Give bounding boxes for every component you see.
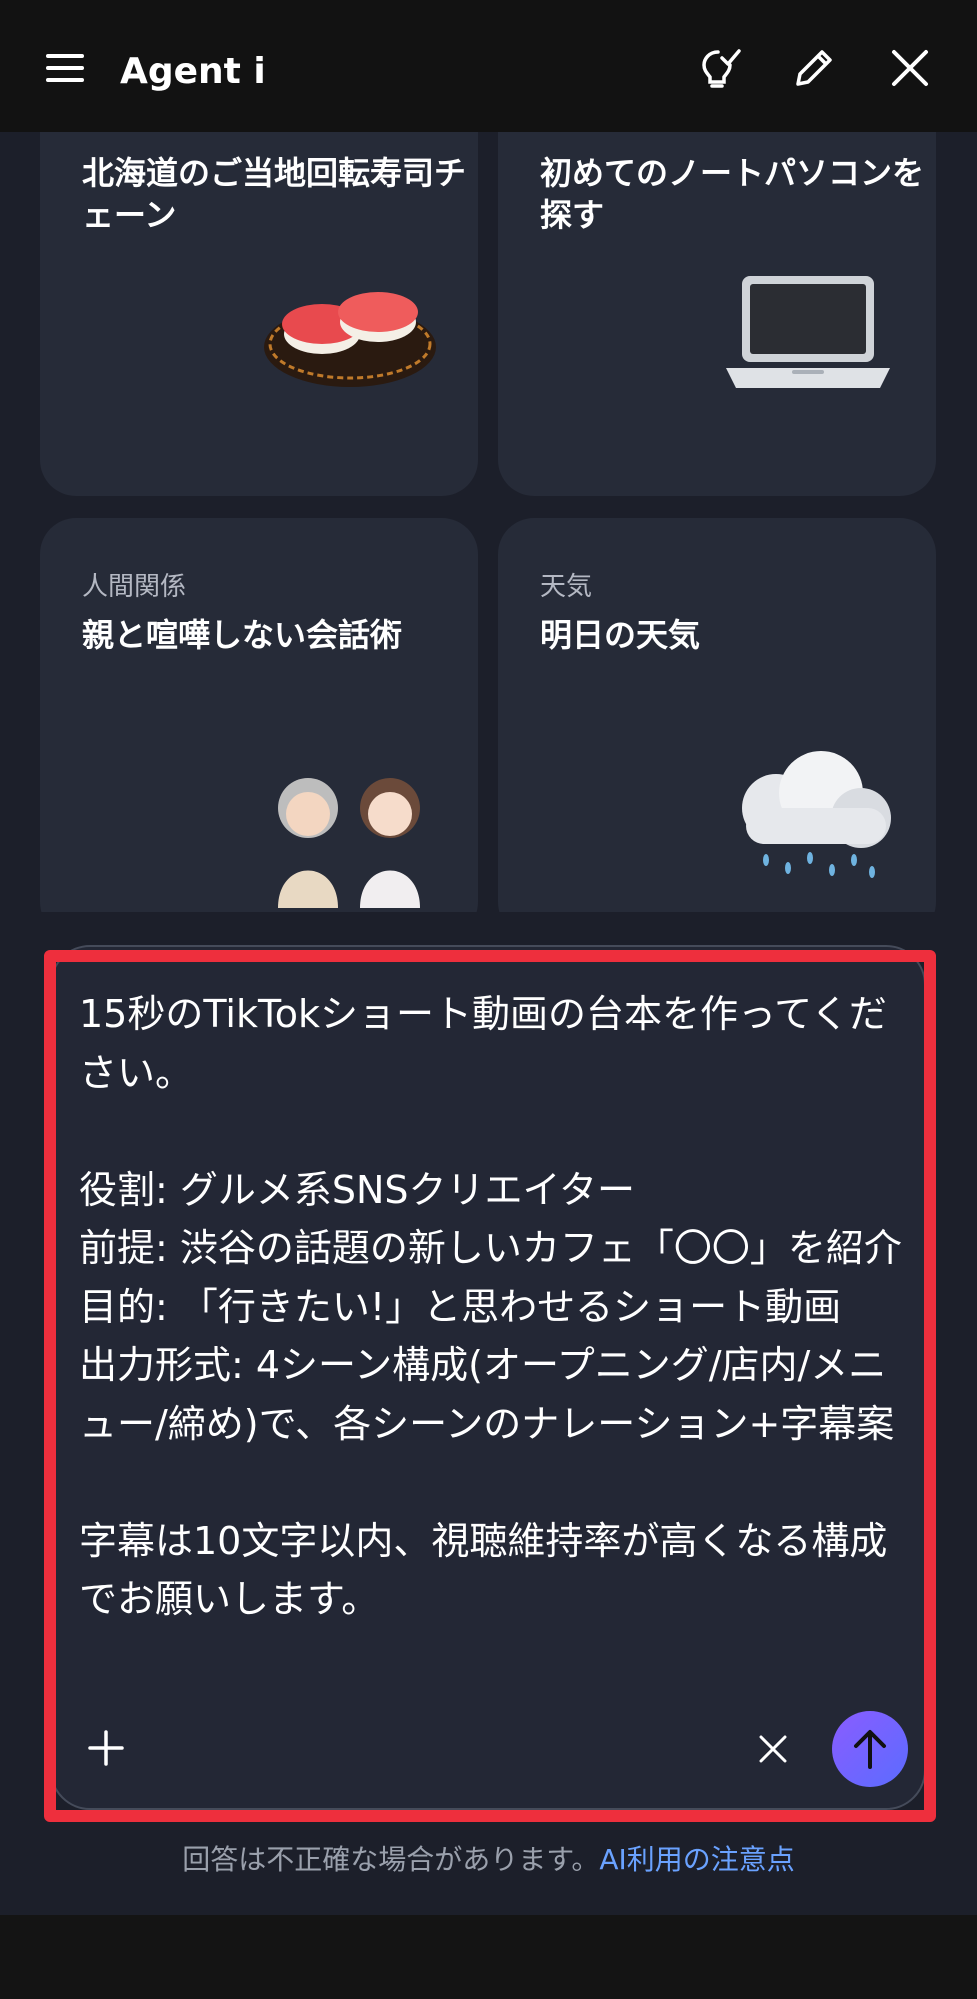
suggestion-card-relationships[interactable]: 人間関係 親と喧嘩しない会話術 xyxy=(40,518,478,912)
rain-cloud-illustration xyxy=(742,751,891,878)
bottom-strip xyxy=(0,1915,977,1999)
disclaimer: 回答は不正確な場合があります。AI利用の注意点 xyxy=(0,1838,977,1878)
clear-icon[interactable] xyxy=(757,1733,789,1765)
suggestion-card-weather[interactable]: 天気 明日の天気 xyxy=(498,518,936,912)
send-button[interactable] xyxy=(832,1711,908,1787)
plus-icon[interactable] xyxy=(86,1728,126,1768)
lightbulb-check-icon[interactable] xyxy=(698,46,742,90)
send-arrow-icon xyxy=(854,1730,886,1769)
sushi-illustration xyxy=(264,292,436,387)
parent-child-illustration xyxy=(278,778,420,908)
suggestion-grid: 北海道のご当地回転寿司チェーン 初めてのノートパソコンを探す 人間関係 親と喧嘩… xyxy=(0,132,977,912)
top-bar: Agent i xyxy=(0,0,977,132)
laptop-illustration xyxy=(726,276,890,388)
ai-usage-notes-link[interactable]: AI利用の注意点 xyxy=(599,1843,794,1876)
card-title: 明日の天気 xyxy=(540,616,701,654)
prompt-textarea[interactable]: 15秒のTikTokショート動画の台本を作ってください。 役割: グルメ系SNS… xyxy=(79,985,909,1629)
card-title: 親と喧嘩しない会話術 xyxy=(82,616,403,654)
close-icon[interactable] xyxy=(888,46,932,90)
app-title: Agent i xyxy=(120,51,266,92)
disclaimer-text: 回答は不正確な場合があります。 xyxy=(182,1843,600,1876)
card-title: 北海道のご当地回転寿司チェーン xyxy=(82,154,467,234)
pencil-icon[interactable] xyxy=(792,46,836,90)
card-title: 初めてのノートパソコンを探す xyxy=(540,154,925,234)
suggestion-card-laptop[interactable]: 初めてのノートパソコンを探す xyxy=(498,132,936,496)
card-category: 人間関係 xyxy=(82,572,187,602)
menu-icon[interactable] xyxy=(44,46,88,90)
card-category: 天気 xyxy=(540,572,593,602)
suggestion-card-sushi[interactable]: 北海道のご当地回転寿司チェーン xyxy=(40,132,478,496)
